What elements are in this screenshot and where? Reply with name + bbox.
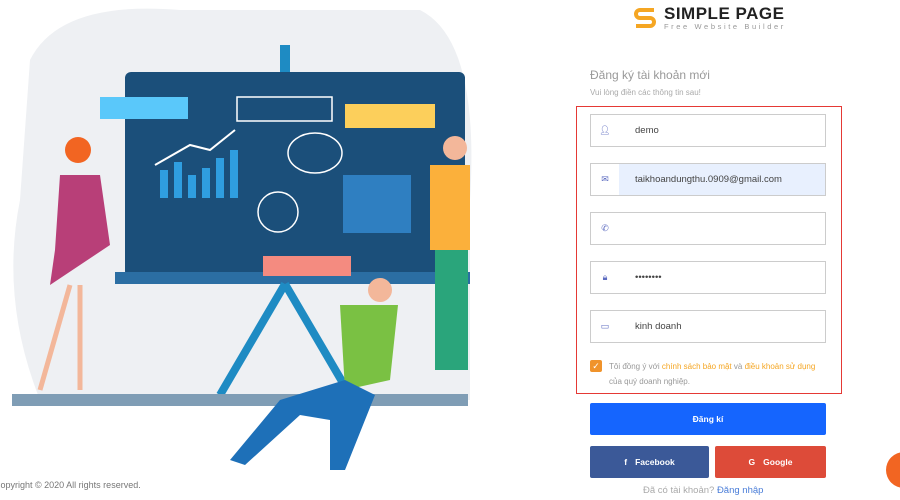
phone-field[interactable]: ✆: [590, 212, 826, 245]
email-input[interactable]: [619, 164, 825, 195]
agree-text: Tôi đồng ý với chính sách bảo mật và điề…: [609, 359, 829, 389]
facebook-icon: f: [624, 457, 628, 467]
page-title: Đăng ký tài khoản mới: [590, 68, 710, 82]
chat-widget-button[interactable]: [886, 452, 900, 488]
password-input[interactable]: [619, 262, 825, 293]
copyright-text: Copyright © 2020 All rights reserved.: [0, 480, 141, 490]
phone-input[interactable]: [619, 213, 825, 244]
briefcase-icon: ▭: [600, 321, 610, 331]
brand-logo: SIMPLE PAGE Free Website Builder: [632, 5, 786, 31]
presentation-illustration: [12, 8, 472, 470]
username-input[interactable]: [619, 115, 825, 146]
agree-suffix: của quý doanh nghiệp.: [609, 377, 690, 386]
brand-name: SIMPLE PAGE: [664, 4, 785, 23]
register-button[interactable]: Đăng kí: [590, 403, 826, 435]
facebook-button[interactable]: f Facebook: [590, 446, 709, 478]
google-label: Google: [763, 457, 793, 467]
login-link[interactable]: Đăng nhập: [717, 485, 763, 496]
phone-icon: ✆: [601, 223, 609, 233]
register-label: Đăng kí: [692, 414, 724, 424]
email-field[interactable]: ✉: [590, 163, 826, 196]
terms-link[interactable]: điều khoản sử dụng: [745, 362, 816, 371]
business-field[interactable]: ▭: [590, 310, 826, 343]
page-subtitle: Vui lòng điền các thông tin sau!: [590, 88, 701, 97]
google-button[interactable]: G Google: [715, 446, 826, 478]
privacy-link[interactable]: chính sách bảo mật: [662, 362, 732, 371]
user-icon: 👤︎: [599, 125, 611, 135]
email-icon: ✉: [601, 174, 609, 184]
facebook-label: Facebook: [635, 457, 675, 467]
password-field[interactable]: 🔒︎: [590, 261, 826, 294]
login-prompt: Đã có tài khoản? Đăng nhập: [643, 485, 763, 496]
agree-checkbox[interactable]: ✓: [590, 360, 602, 372]
register-form: 👤︎ ✉ ✆ 🔒︎ ▭ ✓ Tôi đồng ý với chính sách …: [576, 106, 842, 394]
google-icon: G: [748, 457, 756, 467]
agree-prefix: Tôi đồng ý với: [609, 362, 662, 371]
agree-and: và: [731, 362, 745, 371]
business-input[interactable]: [619, 311, 825, 342]
brand-tagline: Free Website Builder: [664, 22, 786, 31]
logo-s-icon: [634, 8, 656, 28]
have-account-text: Đã có tài khoản?: [643, 485, 717, 496]
username-field[interactable]: 👤︎: [590, 114, 826, 147]
lock-icon: 🔒︎: [602, 272, 608, 282]
